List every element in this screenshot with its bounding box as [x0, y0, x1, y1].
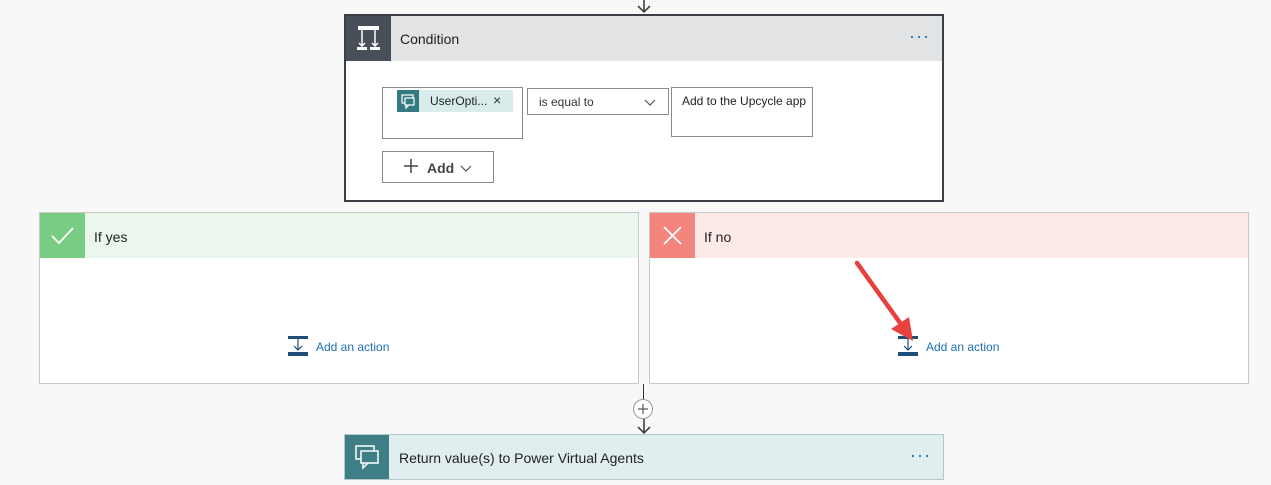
connector-line: [643, 384, 644, 399]
plus-icon: [403, 158, 419, 179]
chevron-down-icon: [460, 161, 472, 179]
return-more-button[interactable]: ···: [910, 446, 931, 464]
branch-yes-header[interactable]: If yes: [40, 213, 638, 258]
branch-no-title: If no: [704, 229, 732, 245]
add-action-icon: [288, 335, 308, 362]
chat-bot-icon: [397, 90, 419, 112]
return-values-card[interactable]: Return value(s) to Power Virtual Agents …: [344, 434, 944, 480]
add-label: Add: [427, 160, 455, 176]
check-icon: [40, 213, 85, 258]
add-row-button[interactable]: Add: [382, 151, 494, 183]
annotation-arrow: [845, 255, 920, 345]
chevron-down-icon: [644, 95, 656, 113]
chat-bot-icon: [345, 435, 389, 479]
branch-no-header[interactable]: If no: [650, 213, 1248, 258]
branch-if-yes[interactable]: If yes Add an action: [39, 212, 639, 384]
insert-step-button[interactable]: [633, 399, 653, 419]
branch-if-no[interactable]: If no Add an action: [649, 212, 1249, 384]
branch-yes-title: If yes: [94, 229, 128, 245]
top-connector: [636, 0, 652, 14]
add-action-button[interactable]: Add an action: [288, 334, 398, 358]
condition-icon: [346, 16, 391, 61]
dynamic-content-token[interactable]: UserOpti... ×: [397, 90, 513, 112]
add-action-label: Add an action: [316, 340, 390, 354]
condition-more-button[interactable]: ···: [909, 27, 930, 45]
token-remove-button[interactable]: ×: [493, 92, 501, 108]
connector-arrow: [636, 419, 652, 435]
operator-dropdown[interactable]: is equal to: [527, 88, 669, 115]
close-icon: [650, 213, 695, 258]
return-values-title: Return value(s) to Power Virtual Agents: [399, 450, 644, 466]
operator-value: is equal to: [539, 95, 594, 109]
condition-card[interactable]: Condition ··· UserOpti... × is equal to …: [344, 14, 944, 202]
condition-value-text: Add to the Upcycle app: [682, 94, 807, 108]
token-label: UserOpti...: [430, 94, 488, 108]
condition-header[interactable]: Condition ···: [346, 16, 942, 61]
plus-icon: [638, 404, 648, 414]
add-action-label: Add an action: [926, 340, 1000, 354]
condition-left-operand[interactable]: UserOpti... ×: [382, 87, 523, 139]
condition-title: Condition: [400, 31, 460, 47]
condition-value-field[interactable]: Add to the Upcycle app: [671, 87, 813, 137]
